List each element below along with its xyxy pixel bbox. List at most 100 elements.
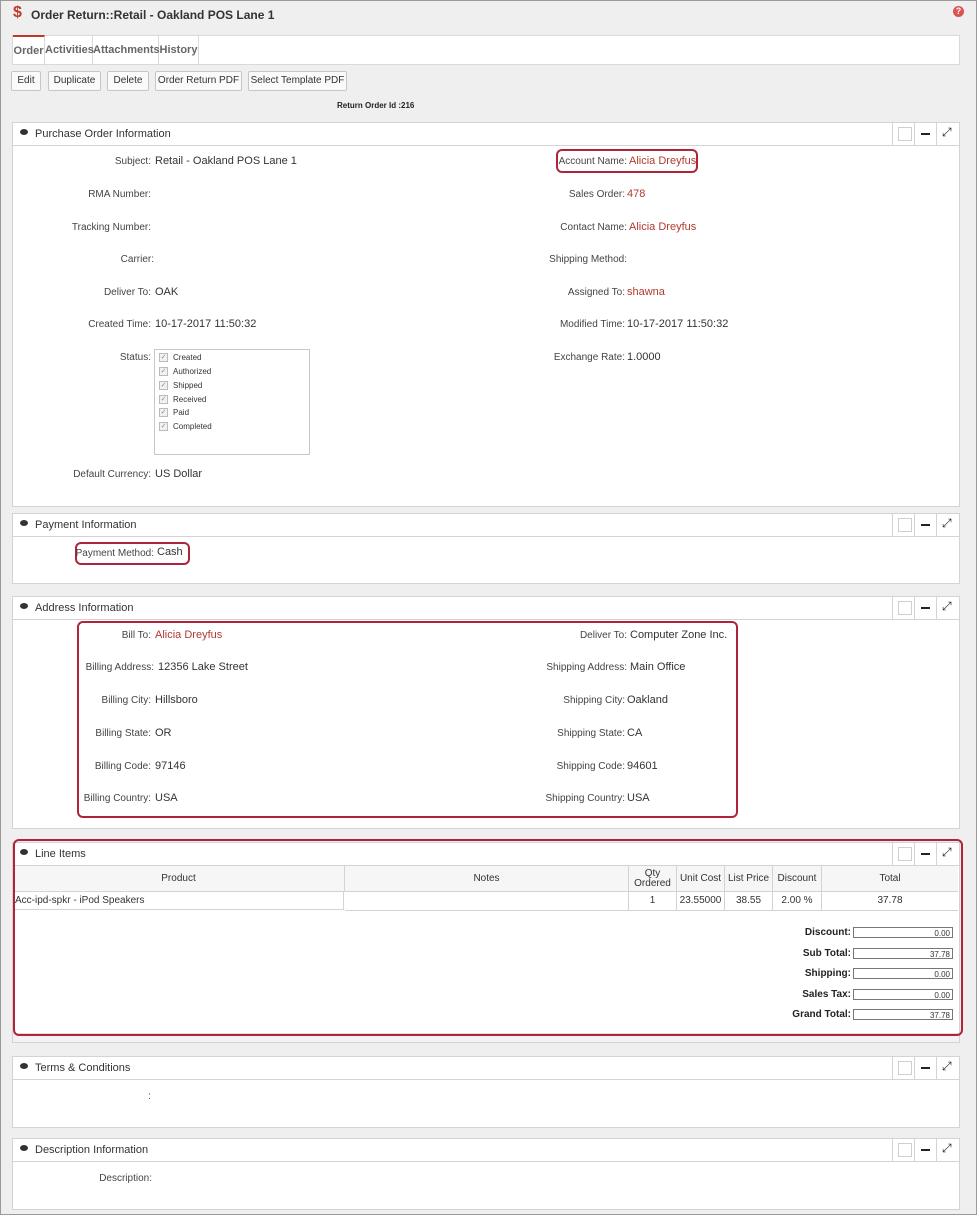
checkbox-icon[interactable]: ✓	[159, 395, 168, 405]
eye-icon[interactable]	[20, 520, 28, 526]
billing-code-value: 97146	[155, 760, 186, 772]
panel-title: Terms & Conditions	[35, 1062, 131, 1074]
description-panel: Description Information ⤢ Description:	[12, 1138, 960, 1210]
collapse-icon[interactable]	[914, 597, 937, 619]
panel-header: Description Information ⤢	[13, 1139, 959, 1162]
order-return-pdf-button[interactable]: Order Return PDF	[155, 71, 242, 91]
status-item-authorized[interactable]: ✓ Authorized	[159, 367, 211, 377]
deliver-to-value: OAK	[155, 286, 179, 298]
select-checkbox[interactable]	[892, 123, 915, 145]
tab-order[interactable]: Order	[13, 35, 45, 65]
sales-order-link[interactable]: 478	[627, 188, 645, 200]
default-currency-label: Default Currency:	[73, 469, 151, 480]
created-time-label: Created Time:	[88, 319, 151, 330]
deliver-to-label: Deliver To:	[103, 287, 151, 298]
eye-icon[interactable]	[20, 129, 28, 135]
line-items-highlight	[13, 839, 963, 1036]
billing-code-label: Billing Code:	[94, 761, 151, 772]
subject-value: Retail - Oakland POS Lane 1	[155, 155, 297, 167]
assigned-to-link[interactable]: shawna	[627, 286, 665, 298]
edit-button[interactable]: Edit	[11, 71, 41, 91]
exchange-rate-value: 1.0000	[627, 351, 661, 363]
account-name-link[interactable]: Alicia Dreyfus	[629, 155, 696, 167]
select-checkbox[interactable]	[892, 1057, 915, 1079]
shipping-city-value: Oakland	[627, 694, 668, 706]
tab-activities[interactable]: Activities	[45, 36, 94, 64]
billing-state-label: Billing State:	[95, 728, 151, 739]
status-item-created[interactable]: ✓ Created	[159, 353, 201, 363]
collapse-icon[interactable]	[914, 1057, 937, 1079]
duplicate-button[interactable]: Duplicate	[48, 71, 101, 91]
eye-icon[interactable]	[20, 1145, 28, 1151]
panel-header: Terms & Conditions ⤢	[13, 1057, 959, 1080]
default-currency-value: US Dollar	[155, 468, 203, 480]
billing-state-value: OR	[155, 727, 172, 739]
checkbox-icon[interactable]: ✓	[159, 353, 168, 363]
eye-icon[interactable]	[20, 603, 28, 609]
panel-header: Payment Information ⤢	[13, 514, 959, 537]
checkbox-icon[interactable]: ✓	[159, 422, 168, 432]
collapse-icon[interactable]	[914, 1139, 937, 1161]
panel-header: Purchase Order Information ⤢	[13, 123, 959, 146]
shipping-code-label: Shipping Code:	[556, 761, 625, 772]
panel-title: Address Information	[35, 602, 134, 614]
shipping-method-label: Shipping Method:	[549, 254, 627, 265]
checkbox-icon[interactable]: ✓	[159, 408, 168, 418]
eye-icon[interactable]	[20, 1063, 28, 1069]
sales-order-label: Sales Order:	[568, 189, 625, 200]
select-checkbox[interactable]	[892, 514, 915, 536]
billing-country-label: Billing Country:	[83, 793, 151, 804]
tracking-number-label: Tracking Number:	[71, 222, 151, 233]
status-item-paid[interactable]: ✓ Paid	[159, 408, 189, 418]
contact-name-link[interactable]: Alicia Dreyfus	[629, 221, 696, 233]
expand-icon[interactable]: ⤢	[936, 514, 959, 536]
select-checkbox[interactable]	[892, 597, 915, 619]
payment-method-value: Cash	[157, 546, 183, 558]
contact-name-label: Contact Name:	[560, 222, 627, 233]
collapse-icon[interactable]	[914, 514, 937, 536]
account-name-label: Account Name:	[558, 156, 627, 167]
billing-city-value: Hillsboro	[155, 694, 198, 706]
shipping-city-label: Shipping City:	[563, 695, 625, 706]
tab-bar: Order Activities Attachments History	[12, 35, 960, 65]
expand-icon[interactable]: ⤢	[936, 1139, 959, 1161]
expand-icon[interactable]: ⤢	[936, 597, 959, 619]
help-icon[interactable]: ?	[953, 6, 964, 17]
status-item-shipped[interactable]: ✓ Shipped	[159, 381, 202, 391]
exchange-rate-label: Exchange Rate:	[553, 352, 625, 363]
select-checkbox[interactable]	[892, 1139, 915, 1161]
select-template-pdf-button[interactable]: Select Template PDF	[248, 71, 347, 91]
collapse-icon[interactable]	[914, 123, 937, 145]
billing-city-label: Billing City:	[101, 695, 151, 706]
checkbox-icon[interactable]: ✓	[159, 367, 168, 377]
dollar-icon: $	[13, 4, 22, 21]
expand-icon[interactable]: ⤢	[936, 123, 959, 145]
tab-attachments[interactable]: Attachments	[93, 36, 160, 64]
payment-method-label: Payment Method:	[75, 548, 154, 559]
terms-panel: Terms & Conditions ⤢ :	[12, 1056, 960, 1128]
billing-address-value: 12356 Lake Street	[158, 661, 248, 673]
tab-history[interactable]: History	[159, 36, 199, 64]
shipping-country-value: USA	[627, 792, 650, 804]
checkbox-icon[interactable]: ✓	[159, 381, 168, 391]
shipping-country-label: Shipping Country:	[545, 793, 626, 804]
status-item-received[interactable]: ✓ Received	[159, 395, 206, 405]
panel-title: Payment Information	[35, 519, 137, 531]
shipping-address-label: Shipping Address:	[546, 662, 627, 673]
status-label: Status:	[119, 352, 151, 363]
bill-to-link[interactable]: Alicia Dreyfus	[155, 629, 222, 641]
shipping-state-label: Shipping State:	[557, 728, 625, 739]
subject-label: Subject:	[114, 156, 151, 167]
panel-title: Purchase Order Information	[35, 128, 171, 140]
shipping-state-value: CA	[627, 727, 643, 739]
expand-icon[interactable]: ⤢	[936, 1057, 959, 1079]
billing-address-label: Billing Address:	[85, 662, 154, 673]
created-time-value: 10-17-2017 11:50:32	[155, 318, 257, 330]
address-highlight	[77, 621, 738, 818]
status-list[interactable]: ✓ Created ✓ Authorized ✓ Shipped ✓ Received …	[154, 349, 310, 455]
panel-header: Address Information ⤢	[13, 597, 959, 620]
deliver-to-address-label: Deliver To:	[579, 630, 627, 641]
delete-button[interactable]: Delete	[107, 71, 149, 91]
status-item-completed[interactable]: ✓ Completed	[159, 422, 212, 432]
title-bar: $ Order Return::Retail - Oakland POS Lan…	[1, 1, 976, 29]
